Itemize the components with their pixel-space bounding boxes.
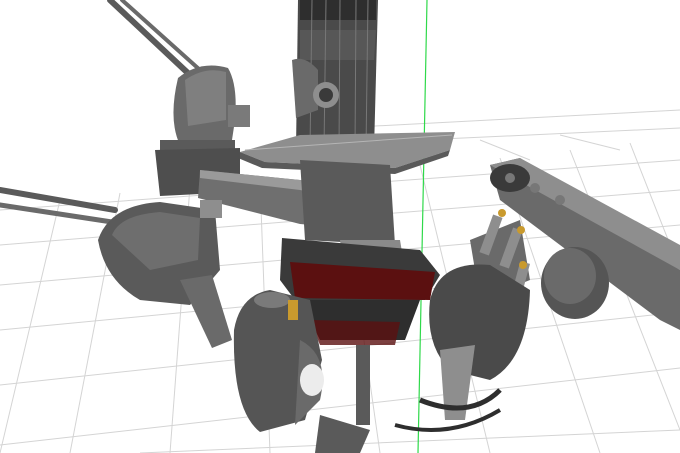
vertical-axis-line bbox=[417, 0, 428, 453]
rangefinder-arm bbox=[107, 0, 250, 196]
funnel-tower bbox=[292, 0, 378, 151]
scene-svg bbox=[0, 0, 680, 453]
aa-mount-right bbox=[394, 209, 530, 432]
3d-viewport[interactable] bbox=[0, 0, 680, 453]
